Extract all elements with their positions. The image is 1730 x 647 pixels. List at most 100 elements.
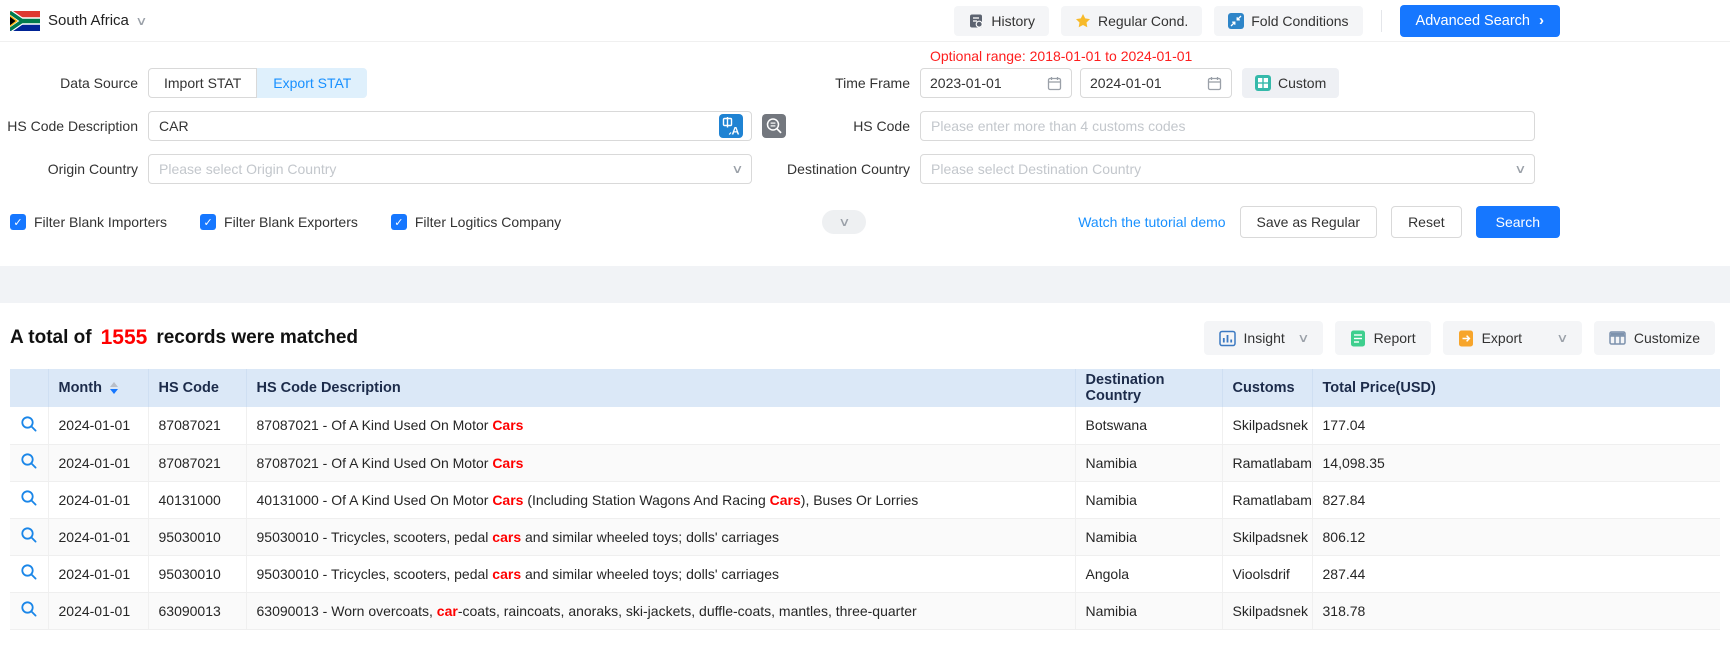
cell-month: 2024-01-01 (48, 481, 148, 518)
history-icon (968, 13, 984, 29)
cell-total-price: 318.78 (1312, 592, 1720, 629)
star-icon (1075, 13, 1091, 29)
header-total-price: Total Price(USD) (1312, 369, 1720, 407)
regular-cond-button[interactable]: Regular Cond. (1061, 6, 1202, 36)
export-button[interactable]: Export ∨ (1443, 321, 1582, 355)
country-name: South Africa (48, 12, 129, 29)
cell-total-price: 14,098.35 (1312, 444, 1720, 481)
report-button[interactable]: Report (1335, 321, 1431, 355)
summary-prefix: A total of (10, 327, 92, 349)
chevron-down-icon[interactable]: ∨ (1556, 331, 1568, 345)
fold-conditions-button[interactable]: Fold Conditions (1214, 6, 1362, 36)
row-magnifier-icon[interactable] (20, 531, 38, 547)
filter-label: Filter Logitics Company (415, 214, 561, 230)
export-icon (1458, 330, 1474, 347)
sort-icon[interactable] (110, 382, 118, 394)
table-row: 2024-01-01 87087021 87087021 - Of A Kind… (10, 407, 1720, 444)
cell-hs-code: 95030010 (148, 555, 246, 592)
results-section: A total of 1555 records were matched Ins… (0, 303, 1730, 630)
records-count: 1555 (101, 326, 148, 350)
table-row: 2024-01-01 87087021 87087021 - Of A Kind… (10, 444, 1720, 481)
cell-hs-code-description: 87087021 - Of A Kind Used On Motor Cars (246, 407, 1075, 444)
filter-logitics-company[interactable]: ✓ Filter Logitics Company (391, 214, 561, 230)
time-frame-label: Time Frame (752, 75, 910, 91)
chevron-down-icon: ∨ (135, 14, 147, 28)
filter-blank-importers[interactable]: ✓ Filter Blank Importers (10, 214, 167, 230)
table-row: 2024-01-01 95030010 95030010 - Tricycles… (10, 518, 1720, 555)
history-button[interactable]: History (954, 6, 1049, 36)
results-table: Month HS Code HS Code Description Destin… (10, 369, 1720, 630)
hs-code-input[interactable] (920, 111, 1535, 141)
import-stat-option[interactable]: Import STAT (148, 68, 257, 98)
start-date-input[interactable]: 2023-01-01 (920, 68, 1072, 98)
checkbox-checked-icon[interactable]: ✓ (10, 214, 26, 230)
header-destination-country: Destination Country (1075, 369, 1222, 407)
search-button[interactable]: Search (1476, 206, 1560, 238)
cell-customs: Skilpadsnek (1222, 518, 1312, 555)
row-magnifier-icon[interactable] (20, 494, 38, 510)
insight-icon (1219, 330, 1236, 347)
advanced-search-button[interactable]: Advanced Search › (1400, 5, 1560, 37)
country-selector[interactable]: South Africa ∨ (10, 11, 146, 31)
header-month[interactable]: Month (48, 369, 148, 407)
custom-range-button[interactable]: Custom (1242, 68, 1339, 98)
cell-customs: Skilpadsnek (1222, 407, 1312, 444)
origin-country-label: Origin Country (0, 161, 138, 177)
search-form: Optional range: 2018-01-01 to 2024-01-01… (0, 42, 1730, 238)
customize-label: Customize (1634, 330, 1700, 346)
save-as-regular-button[interactable]: Save as Regular (1240, 206, 1378, 238)
cell-total-price: 806.12 (1312, 518, 1720, 555)
cell-customs: Ramatlabam (1222, 444, 1312, 481)
header-row-icon-col (10, 369, 48, 407)
origin-country-select[interactable]: Please select Origin Country (148, 154, 752, 184)
checkbox-checked-icon[interactable]: ✓ (200, 214, 216, 230)
row-magnifier-icon[interactable] (20, 605, 38, 621)
insight-button[interactable]: Insight ∨ (1204, 321, 1323, 355)
report-label: Report (1374, 330, 1416, 346)
cell-month: 2024-01-01 (48, 555, 148, 592)
results-summary: A total of 1555 records were matched (10, 326, 358, 350)
hs-code-description-input[interactable] (148, 111, 752, 141)
cell-customs: Skilpadsnek (1222, 592, 1312, 629)
row-magnifier-icon[interactable] (20, 420, 38, 436)
customize-button[interactable]: Customize (1594, 321, 1715, 355)
section-separator (0, 266, 1730, 303)
fold-conditions-label: Fold Conditions (1251, 13, 1348, 29)
optional-range-hint: Optional range: 2018-01-01 to 2024-01-01 (930, 48, 1192, 64)
filter-blank-exporters[interactable]: ✓ Filter Blank Exporters (200, 214, 358, 230)
cell-destination-country: Namibia (1075, 592, 1222, 629)
topbar: South Africa ∨ History Regular Cond. (0, 0, 1730, 42)
destination-country-placeholder: Please select Destination Country (931, 161, 1141, 177)
chevron-down-icon: ∨ (1297, 331, 1309, 345)
cell-hs-code: 63090013 (148, 592, 246, 629)
advanced-search-label: Advanced Search (1416, 13, 1530, 29)
cell-month: 2024-01-01 (48, 444, 148, 481)
cell-hs-code: 40131000 (148, 481, 246, 518)
tutorial-demo-link[interactable]: Watch the tutorial demo (1078, 214, 1225, 230)
customize-icon (1609, 330, 1626, 346)
chevron-down-icon: ∨ (731, 162, 743, 176)
month-header-label: Month (59, 380, 102, 396)
cell-hs-code-description: 87087021 - Of A Kind Used On Motor Cars (246, 444, 1075, 481)
row-magnifier-icon[interactable] (20, 568, 38, 584)
translate-icon[interactable]: A (719, 114, 743, 138)
destination-country-select[interactable]: Please select Destination Country (920, 154, 1535, 184)
filter-label: Filter Blank Exporters (224, 214, 358, 230)
collapse-conditions-button[interactable]: ∨ (822, 210, 866, 234)
cell-destination-country: Namibia (1075, 518, 1222, 555)
end-date-input[interactable]: 2024-01-01 (1080, 68, 1232, 98)
export-stat-option[interactable]: Export STAT (257, 68, 367, 98)
table-body: 2024-01-01 87087021 87087021 - Of A Kind… (10, 407, 1720, 629)
checkbox-checked-icon[interactable]: ✓ (391, 214, 407, 230)
cell-hs-code-description: 63090013 - Worn overcoats, car-coats, ra… (246, 592, 1075, 629)
cell-destination-country: Angola (1075, 555, 1222, 592)
exact-match-icon[interactable] (762, 114, 786, 138)
cell-hs-code: 87087021 (148, 444, 246, 481)
cell-total-price: 287.44 (1312, 555, 1720, 592)
reset-button[interactable]: Reset (1391, 206, 1462, 238)
filter-label: Filter Blank Importers (34, 214, 167, 230)
row-magnifier-icon[interactable] (20, 457, 38, 473)
end-date-value: 2024-01-01 (1090, 75, 1162, 91)
cell-month: 2024-01-01 (48, 518, 148, 555)
cell-destination-country: Namibia (1075, 481, 1222, 518)
